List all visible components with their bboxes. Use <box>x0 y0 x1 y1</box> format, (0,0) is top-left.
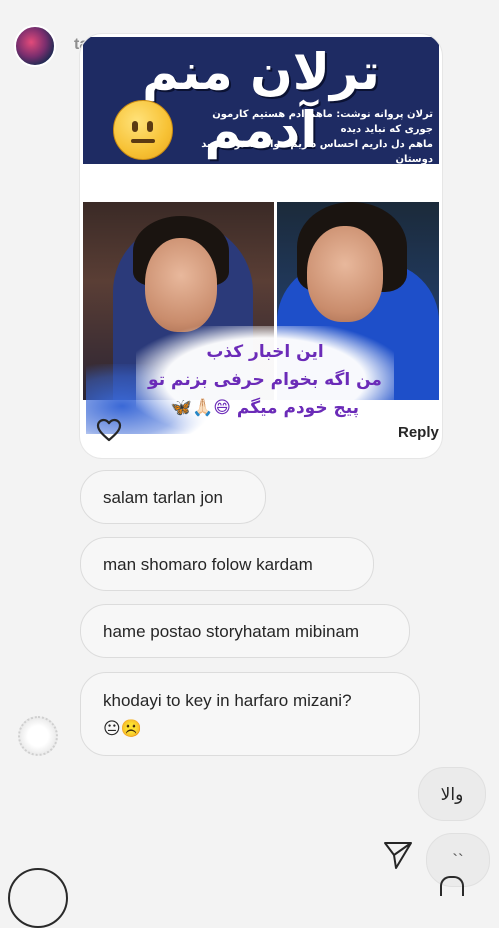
message-bubble[interactable]: hame postao storyhatam mibinam <box>80 604 410 658</box>
message-text: hame postao storyhatam mibinam <box>103 622 360 641</box>
message-bubble[interactable]: man shomaro folow kardam <box>80 537 374 591</box>
message-bubble[interactable]: salam tarlan jon <box>80 470 266 524</box>
camera-button[interactable] <box>8 868 68 928</box>
heart-icon[interactable] <box>96 418 122 442</box>
banner-subtitle-line: ماهم دل داریم احساس داریم خواهشا درک کنی… <box>201 139 433 165</box>
overlay-line: این اخبار کذب <box>206 342 324 362</box>
message-text: salam tarlan jon <box>103 488 224 507</box>
message-emojis: 😐☹️ <box>103 719 142 738</box>
overlay-line: من اگه بخوام حرفی بزنم تو <box>148 370 382 390</box>
send-icon[interactable] <box>382 838 414 870</box>
message-bubble[interactable]: khodayi to key in harfaro mizani? 😐☹️ <box>80 672 420 756</box>
message-text: man shomaro folow kardam <box>103 555 313 574</box>
message-bubble-outgoing[interactable]: والا <box>418 767 486 821</box>
reaction-icon[interactable] <box>440 876 464 896</box>
post-overlay-text: این اخبار کذب من اگه بخوام حرفی بزنم تو … <box>136 326 394 434</box>
neutral-face-emoji-icon <box>113 100 173 160</box>
avatar[interactable] <box>14 25 56 67</box>
banner-subtitle: ترلان پروانه نوشت: ماهم ادم هستیم کارمون… <box>183 107 433 167</box>
reply-link[interactable]: Reply <box>398 424 439 441</box>
message-text: khodayi to key in harfaro mizani? <box>103 691 352 710</box>
message-text: والا <box>440 785 464 804</box>
overlay-line: پیج خودم میگم 😄🙏🏻🦋 <box>170 398 360 418</box>
shared-story-card[interactable]: ترلان منم آدمم ترلان پروانه نوشت: ماهم ا… <box>80 34 442 458</box>
message-text: `` <box>452 851 464 870</box>
banner-subtitle-line: ترلان پروانه نوشت: ماهم ادم هستیم کارمون… <box>212 109 433 135</box>
sender-avatar[interactable] <box>18 716 58 756</box>
